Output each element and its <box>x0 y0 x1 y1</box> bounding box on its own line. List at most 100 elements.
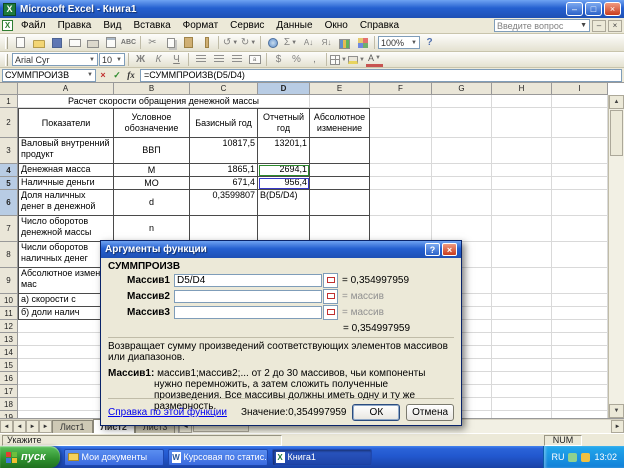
array1-input[interactable] <box>174 273 322 287</box>
last-sheet-button[interactable]: ► <box>39 420 52 433</box>
cell-b7[interactable]: n <box>114 216 190 242</box>
cell-b5[interactable]: МО <box>114 177 190 190</box>
paste-icon[interactable] <box>180 35 197 50</box>
insert-function-icon[interactable]: fx <box>124 69 138 82</box>
cell[interactable] <box>492 411 552 418</box>
column-header-b[interactable]: B <box>114 83 190 95</box>
format-painter-icon[interactable] <box>198 35 215 50</box>
cell[interactable] <box>552 398 608 411</box>
row-header-18[interactable]: 18 <box>0 398 18 411</box>
cell[interactable] <box>492 398 552 411</box>
row-header-11[interactable]: 11 <box>0 307 18 320</box>
cell[interactable] <box>552 242 608 268</box>
cell[interactable] <box>310 138 370 164</box>
cell-d4[interactable]: 2694,1 <box>258 164 310 177</box>
collapse-dialog-icon[interactable] <box>323 288 338 304</box>
menu-view[interactable]: Вид <box>97 19 127 32</box>
print-preview-icon[interactable] <box>102 35 119 50</box>
column-header-g[interactable]: G <box>432 83 492 95</box>
menu-edit[interactable]: Правка <box>52 19 98 32</box>
row-header-2[interactable]: 2 <box>0 108 18 138</box>
cell[interactable] <box>552 385 608 398</box>
row-header-10[interactable]: 10 <box>0 294 18 307</box>
cell[interactable] <box>492 372 552 385</box>
menu-help[interactable]: Справка <box>354 19 405 32</box>
window-close-icon[interactable]: × <box>608 19 622 32</box>
taskbar-item-excel-workbook[interactable]: X Книга1 <box>271 448 372 466</box>
cell-b4[interactable]: М <box>114 164 190 177</box>
enter-formula-icon[interactable]: ✓ <box>110 69 124 82</box>
start-button[interactable]: пуск <box>0 446 60 468</box>
menu-insert[interactable]: Вставка <box>127 19 176 32</box>
cell[interactable] <box>492 164 552 177</box>
collapse-dialog-icon[interactable] <box>323 304 338 320</box>
row-header-6[interactable]: 6 <box>0 190 18 216</box>
borders-icon[interactable]: ▼ <box>330 52 347 67</box>
cell[interactable] <box>492 333 552 346</box>
menu-file[interactable]: Файл <box>15 19 52 32</box>
dialog-help-icon[interactable]: ? <box>425 243 440 256</box>
scroll-down-icon[interactable]: ▼ <box>609 404 624 418</box>
cell[interactable] <box>552 307 608 320</box>
cell[interactable] <box>310 95 370 108</box>
cell[interactable] <box>552 294 608 307</box>
cell-b3[interactable]: ВВП <box>114 138 190 164</box>
cell[interactable] <box>492 346 552 359</box>
row-header-8[interactable]: 8 <box>0 242 18 268</box>
cell[interactable] <box>492 307 552 320</box>
italic-icon[interactable]: К <box>150 52 167 67</box>
cell[interactable] <box>492 294 552 307</box>
copy-icon[interactable] <box>162 35 179 50</box>
vertical-scrollbar[interactable]: ▲ ▼ <box>608 95 624 418</box>
cell[interactable] <box>492 108 552 138</box>
column-header-h[interactable]: H <box>492 83 552 95</box>
cell[interactable] <box>552 95 608 108</box>
align-center-icon[interactable] <box>210 52 227 67</box>
collapse-dialog-icon[interactable] <box>323 272 338 288</box>
cell-a6[interactable]: Доля наличных денег в денежной массе <box>18 190 114 216</box>
column-header-a[interactable]: A <box>18 83 114 95</box>
language-indicator[interactable]: RU <box>551 452 564 462</box>
open-icon[interactable] <box>30 35 47 50</box>
undo-icon[interactable]: ↺ ▼ <box>222 35 239 50</box>
cell-d5[interactable]: 956,4 <box>258 177 310 190</box>
cell[interactable] <box>432 108 492 138</box>
cell[interactable] <box>310 216 370 242</box>
cell[interactable] <box>432 177 492 190</box>
chart-wizard-icon[interactable] <box>336 35 353 50</box>
font-size-dropdown[interactable]: 10 ▼ <box>99 53 125 66</box>
merge-center-icon[interactable]: a <box>246 52 263 67</box>
cancel-formula-icon[interactable]: × <box>96 69 110 82</box>
column-header-i[interactable]: I <box>552 83 608 95</box>
cut-icon[interactable]: ✂ <box>144 35 161 50</box>
drawing-icon[interactable] <box>354 35 371 50</box>
cell[interactable] <box>492 177 552 190</box>
cell[interactable] <box>432 138 492 164</box>
restore-button[interactable]: □ <box>585 2 602 16</box>
cell[interactable] <box>552 164 608 177</box>
cell[interactable] <box>492 138 552 164</box>
row-header-14[interactable]: 14 <box>0 346 18 359</box>
print-icon[interactable] <box>84 35 101 50</box>
cell-a1-title[interactable]: Расчет скорости обращения денежной массы <box>18 95 310 108</box>
cell[interactable] <box>370 138 432 164</box>
row-header-16[interactable]: 16 <box>0 372 18 385</box>
column-header-c[interactable]: C <box>190 83 258 95</box>
cell[interactable] <box>258 216 310 242</box>
cell[interactable] <box>432 190 492 216</box>
cell[interactable] <box>370 177 432 190</box>
previous-sheet-button[interactable]: ◄ <box>13 420 26 433</box>
row-header-4[interactable]: 4 <box>0 164 18 177</box>
cell-c2[interactable]: Базисный год <box>190 108 258 138</box>
cell[interactable] <box>552 372 608 385</box>
window-minimize-icon[interactable]: – <box>592 19 606 32</box>
help-icon[interactable]: ? <box>421 35 438 50</box>
cell[interactable] <box>552 320 608 333</box>
menu-format[interactable]: Формат <box>177 19 225 32</box>
formula-input[interactable]: =СУММПРОИЗВ(D5/D4) <box>140 68 622 82</box>
tray-icon[interactable] <box>581 452 591 462</box>
cell[interactable] <box>370 190 432 216</box>
cell-d6-editing[interactable]: В(D5/D4) <box>258 190 310 216</box>
cell[interactable] <box>492 242 552 268</box>
fill-color-icon[interactable]: ▼ <box>348 52 365 67</box>
